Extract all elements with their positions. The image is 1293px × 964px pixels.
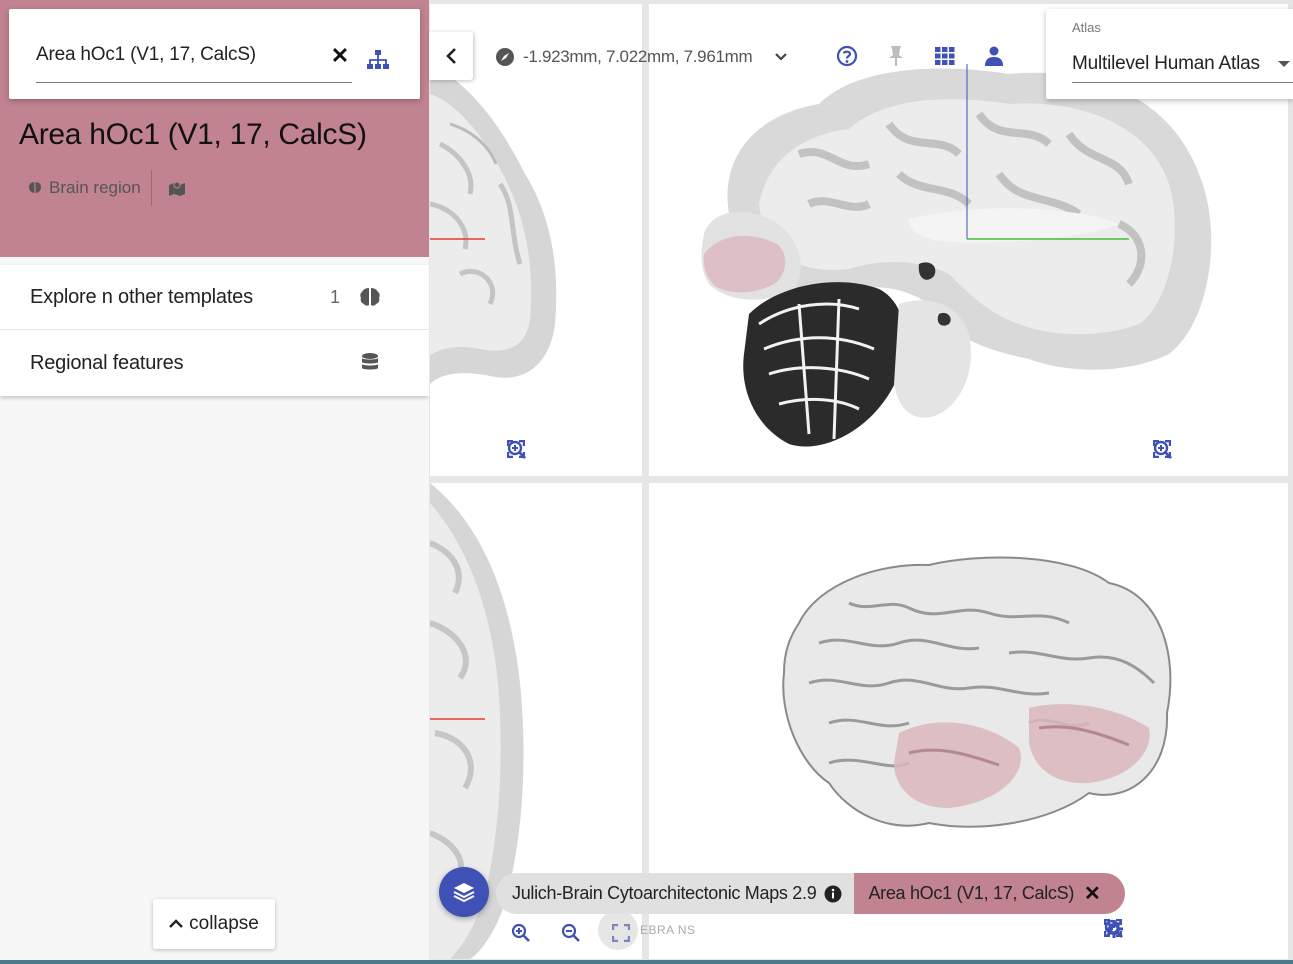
parcellation-chip[interactable]: Julich-Brain Cytoarchitectonic Maps 2.9 [496,873,857,914]
zoom-in-button[interactable] [1104,919,1182,947]
atlas-select-value: Multilevel Human Atlas [1072,53,1260,74]
user-icon [985,46,1003,66]
maximize-icon [1104,919,1122,937]
zoom-out-button[interactable] [1153,440,1231,468]
zoom-out-button[interactable] [1104,919,1232,947]
explore-templates-item[interactable]: Explore n other templates 1 [0,265,429,330]
layers-button[interactable] [439,867,489,917]
explore-templates-label: Explore n other templates [30,286,253,308]
maximize-button[interactable] [507,440,635,468]
sitemap-icon[interactable] [366,49,390,71]
chevron-down-icon[interactable] [774,52,788,62]
brain-region-label: Brain region [49,178,141,197]
search-input-value[interactable]: Area hOc1 (V1, 17, CalcS) [36,44,256,66]
question-circle-icon [836,45,858,67]
layer-chip-bar: Julich-Brain Cytoarchitectonic Maps 2.9 … [496,873,1125,914]
pin-button[interactable] [885,44,907,68]
compass-icon [496,48,514,66]
brain-icon [29,182,41,193]
region-chip[interactable]: Area hOc1 (V1, 17, CalcS) ✕ [854,873,1125,914]
maximize-button[interactable] [1104,919,1282,947]
maximize-icon [1153,440,1171,458]
toggle-side-panel-button[interactable] [429,32,473,80]
brain-icon [360,288,380,306]
regional-features-label: Regional features [30,352,184,374]
zoom-out-button[interactable] [557,919,585,947]
close-icon[interactable]: ✕ [1084,881,1101,906]
region-actions-list: Explore n other templates 1 Regional fea… [0,265,429,396]
maximize-icon [507,440,525,458]
region-chip-label: Area hOc1 (V1, 17, CalcS) [868,883,1075,903]
coordinates-text: -1.923mm, 7.022mm, 7.961mm [523,47,753,66]
hidden-control [598,910,638,950]
ebrains-watermark: EBRA NS [640,923,696,937]
clear-search-button[interactable]: ✕ [329,45,351,67]
navigation-coordinates[interactable]: -1.923mm, 7.022mm, 7.961mm [495,44,788,70]
collapse-label: collapse [189,913,259,934]
region-chip-row: Brain region [27,170,186,206]
regional-features-item[interactable]: Regional features [0,331,429,396]
zoom-out-button[interactable] [507,440,585,468]
database-icon [362,353,378,370]
search-input[interactable]: Area hOc1 (V1, 17, CalcS) [36,39,352,83]
atlas-select[interactable]: Multilevel Human Atlas [1072,43,1293,83]
maximize-button[interactable] [1153,440,1281,468]
zoom-in-icon [511,923,530,942]
close-icon: ✕ [330,43,350,68]
search-card: Area hOc1 (V1, 17, CalcS) ✕ [9,9,420,99]
dropdown-caret-icon [1278,61,1290,67]
map-marked-icon[interactable] [168,180,186,196]
bottom-border [0,960,1293,964]
volume-viewer [429,0,1293,964]
parcellation-chip-label: Julich-Brain Cytoarchitectonic Maps 2.9 [512,883,817,903]
3d-view-controls [1104,919,1282,947]
zoom-out-icon [561,923,580,942]
chevron-up-icon [169,919,183,928]
thumbtack-icon [889,46,903,66]
chevron-left-icon [446,48,456,64]
info-icon[interactable] [824,885,842,903]
layers-icon [453,883,475,903]
user-account-button[interactable] [983,44,1005,68]
grid-icon [935,47,955,65]
explore-templates-count: 1 [330,287,341,307]
region-title: Area hOc1 (V1, 17, CalcS) [19,118,367,151]
zoom-in-button[interactable] [507,919,535,947]
atlas-label: Atlas [1072,20,1101,35]
apps-grid-button[interactable] [934,44,956,68]
side-panel: Area hOc1 (V1, 17, CalcS) Brain region A… [0,0,429,964]
sagittal-zoom-controls [1153,440,1281,468]
brain-region-chip[interactable]: Brain region [27,170,152,206]
coronal-zoom-controls [507,440,635,468]
help-button[interactable] [836,44,858,68]
collapse-button[interactable]: collapse [153,899,275,949]
top-toolbar [836,44,1005,68]
atlas-selector-card: Atlas Multilevel Human Atlas [1046,9,1293,99]
